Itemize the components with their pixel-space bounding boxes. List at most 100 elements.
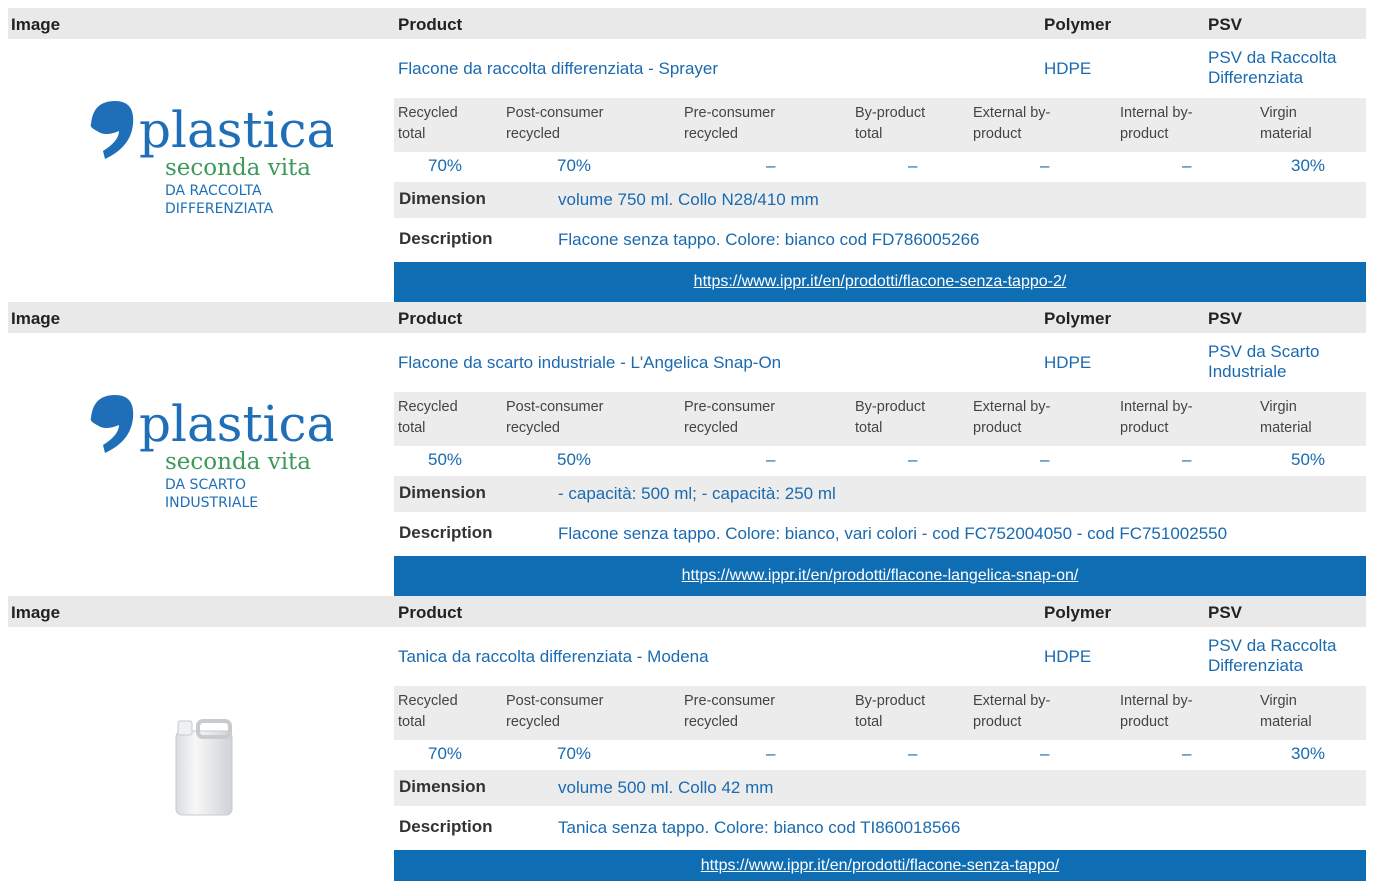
internal-by-product-label: Internal by-product xyxy=(1120,693,1193,730)
dimension-label: Dimension xyxy=(399,483,486,502)
recycled-total-label: Recycled total xyxy=(398,399,458,436)
by-product-label: By-product total xyxy=(855,693,926,730)
dimension-value: volume 750 ml. Collo N28/410 mm xyxy=(558,190,819,209)
internal-by-product-label: Internal by-product xyxy=(1120,105,1193,142)
image-column-header: Image xyxy=(11,309,61,328)
description-row: Description Tanica senza tappo. Colore: … xyxy=(394,810,1366,846)
psv-column-header: PSV xyxy=(1208,309,1243,328)
logo-subtitle: seconda vita xyxy=(165,449,311,475)
product-card: Image Product Polymer PSV Tanica da racc… xyxy=(8,596,1366,881)
virgin-material-label: Virgin material xyxy=(1260,105,1312,142)
product-column-header: Product xyxy=(398,603,463,622)
logo-word: plastica xyxy=(139,101,333,159)
psv-column-header: PSV xyxy=(1208,603,1243,622)
external-by-product-value: – xyxy=(1040,450,1050,469)
product-card: Image Product Polymer PSV plastica secon… xyxy=(8,8,1366,302)
product-header-row: Image Product Polymer PSV xyxy=(8,596,1366,627)
description-value: Flacone senza tappo. Colore: bianco, var… xyxy=(558,524,1228,543)
description-value: Flacone senza tappo. Colore: bianco cod … xyxy=(558,230,980,249)
product-page-link[interactable]: https://www.ippr.it/en/prodotti/flacone-… xyxy=(694,273,1067,291)
psv-value: PSV da Scarto Industriale xyxy=(1208,342,1320,381)
product-link-bar: https://www.ippr.it/en/prodotti/flacone-… xyxy=(394,556,1366,596)
product-header-row: Image Product Polymer PSV xyxy=(8,8,1366,39)
dimension-row: Dimension volume 750 ml. Collo N28/410 m… xyxy=(394,182,1366,218)
product-name-link[interactable]: Tanica da raccolta differenziata - Moden… xyxy=(398,647,709,667)
product-name-row: Tanica da raccolta differenziata - Moden… xyxy=(394,627,1366,686)
virgin-material-value: 30% xyxy=(1291,744,1326,763)
jerrycan-image xyxy=(175,719,233,816)
by-product-label: By-product total xyxy=(855,399,926,436)
virgin-material-label: Virgin material xyxy=(1260,399,1312,436)
recycled-total-value: 70% xyxy=(428,744,463,763)
psv-column-header: PSV xyxy=(1208,15,1243,34)
post-consumer-label: Post-consumer recycled xyxy=(506,399,604,436)
logo-comma-icon xyxy=(90,395,134,453)
composition-labels-row: Recycled total Post-consumer recycled Pr… xyxy=(394,392,1366,446)
virgin-material-value: 30% xyxy=(1291,156,1326,175)
product-image-cell: plastica seconda vita DA RACCOLTA DIFFER… xyxy=(8,39,394,302)
description-label: Description xyxy=(399,523,493,542)
logo-line-2: INDUSTRIALE xyxy=(165,495,258,511)
virgin-material-label: Virgin material xyxy=(1260,693,1312,730)
polymer-column-header: Polymer xyxy=(1044,603,1112,622)
recycled-total-value: 50% xyxy=(428,450,463,469)
dimension-value: - capacità: 500 ml; - capacità: 250 ml xyxy=(558,484,836,503)
logo-word: plastica xyxy=(139,395,333,453)
polymer-column-header: Polymer xyxy=(1044,15,1112,34)
logo-line-1: DA SCARTO xyxy=(165,477,246,493)
pre-consumer-label: Pre-consumer recycled xyxy=(684,399,776,436)
product-card: Image Product Polymer PSV plastica secon… xyxy=(8,302,1366,596)
polymer-value: HDPE xyxy=(1044,353,1092,372)
product-name-row: Flacone da raccolta differenziata - Spra… xyxy=(394,39,1366,98)
recycled-total-label: Recycled total xyxy=(398,105,458,142)
dimension-row: Dimension - capacità: 500 ml; - capacità… xyxy=(394,476,1366,512)
image-column-header: Image xyxy=(11,15,61,34)
by-product-label: By-product total xyxy=(855,105,926,142)
recycled-total-label: Recycled total xyxy=(398,693,458,730)
product-catalog-page: Image Product Polymer PSV plastica secon… xyxy=(0,0,1373,881)
post-consumer-value: 70% xyxy=(557,744,592,763)
external-by-product-value: – xyxy=(1040,744,1050,763)
logo-comma-icon xyxy=(90,101,134,159)
product-name-link[interactable]: Flacone da scarto industriale - L'Angeli… xyxy=(398,353,781,373)
product-column-header: Product xyxy=(398,15,463,34)
logo-line-2: DIFFERENZIATA xyxy=(165,201,274,217)
composition-labels-row: Recycled total Post-consumer recycled Pr… xyxy=(394,98,1366,152)
post-consumer-value: 50% xyxy=(557,450,592,469)
internal-by-product-label: Internal by-product xyxy=(1120,399,1193,436)
pre-consumer-value: – xyxy=(766,744,776,763)
product-column-header: Product xyxy=(398,309,463,328)
description-label: Description xyxy=(399,229,493,248)
description-row: Description Flacone senza tappo. Colore:… xyxy=(394,222,1366,258)
psv-value: PSV da Raccolta Differenziata xyxy=(1208,636,1337,675)
internal-by-product-value: – xyxy=(1182,744,1192,763)
external-by-product-label: External by-product xyxy=(973,399,1051,436)
pre-consumer-label: Pre-consumer recycled xyxy=(684,693,776,730)
dimension-label: Dimension xyxy=(399,777,486,796)
product-link-bar: https://www.ippr.it/en/prodotti/flacone-… xyxy=(394,262,1366,302)
internal-by-product-value: – xyxy=(1182,156,1192,175)
image-column-header: Image xyxy=(11,603,61,622)
post-consumer-label: Post-consumer recycled xyxy=(506,693,604,730)
product-link-bar: https://www.ippr.it/en/prodotti/flacone-… xyxy=(394,850,1366,881)
logo-line-1: DA RACCOLTA xyxy=(165,183,262,199)
polymer-value: HDPE xyxy=(1044,59,1092,78)
description-value: Tanica senza tappo. Colore: bianco cod T… xyxy=(558,818,961,837)
product-header-row: Image Product Polymer PSV xyxy=(8,302,1366,333)
plastica-seconda-vita-logo: plastica seconda vita DA SCARTO INDUSTRI… xyxy=(90,395,333,511)
external-by-product-value: – xyxy=(1040,156,1050,175)
pre-consumer-value: – xyxy=(766,156,776,175)
pre-consumer-value: – xyxy=(766,450,776,469)
psv-value: PSV da Raccolta Differenziata xyxy=(1208,48,1337,87)
virgin-material-value: 50% xyxy=(1291,450,1326,469)
product-page-link[interactable]: https://www.ippr.it/en/prodotti/flacone-… xyxy=(701,857,1059,875)
by-product-value: – xyxy=(908,744,918,763)
by-product-value: – xyxy=(908,156,918,175)
product-name-link[interactable]: Flacone da raccolta differenziata - Spra… xyxy=(398,59,718,79)
product-page-link[interactable]: https://www.ippr.it/en/prodotti/flacone-… xyxy=(682,567,1079,585)
product-image-cell xyxy=(8,627,394,881)
product-name-row: Flacone da scarto industriale - L'Angeli… xyxy=(394,333,1366,392)
dimension-label: Dimension xyxy=(399,189,486,208)
by-product-value: – xyxy=(908,450,918,469)
composition-values-row: 70% 70% – – – – 30% xyxy=(394,740,1366,770)
